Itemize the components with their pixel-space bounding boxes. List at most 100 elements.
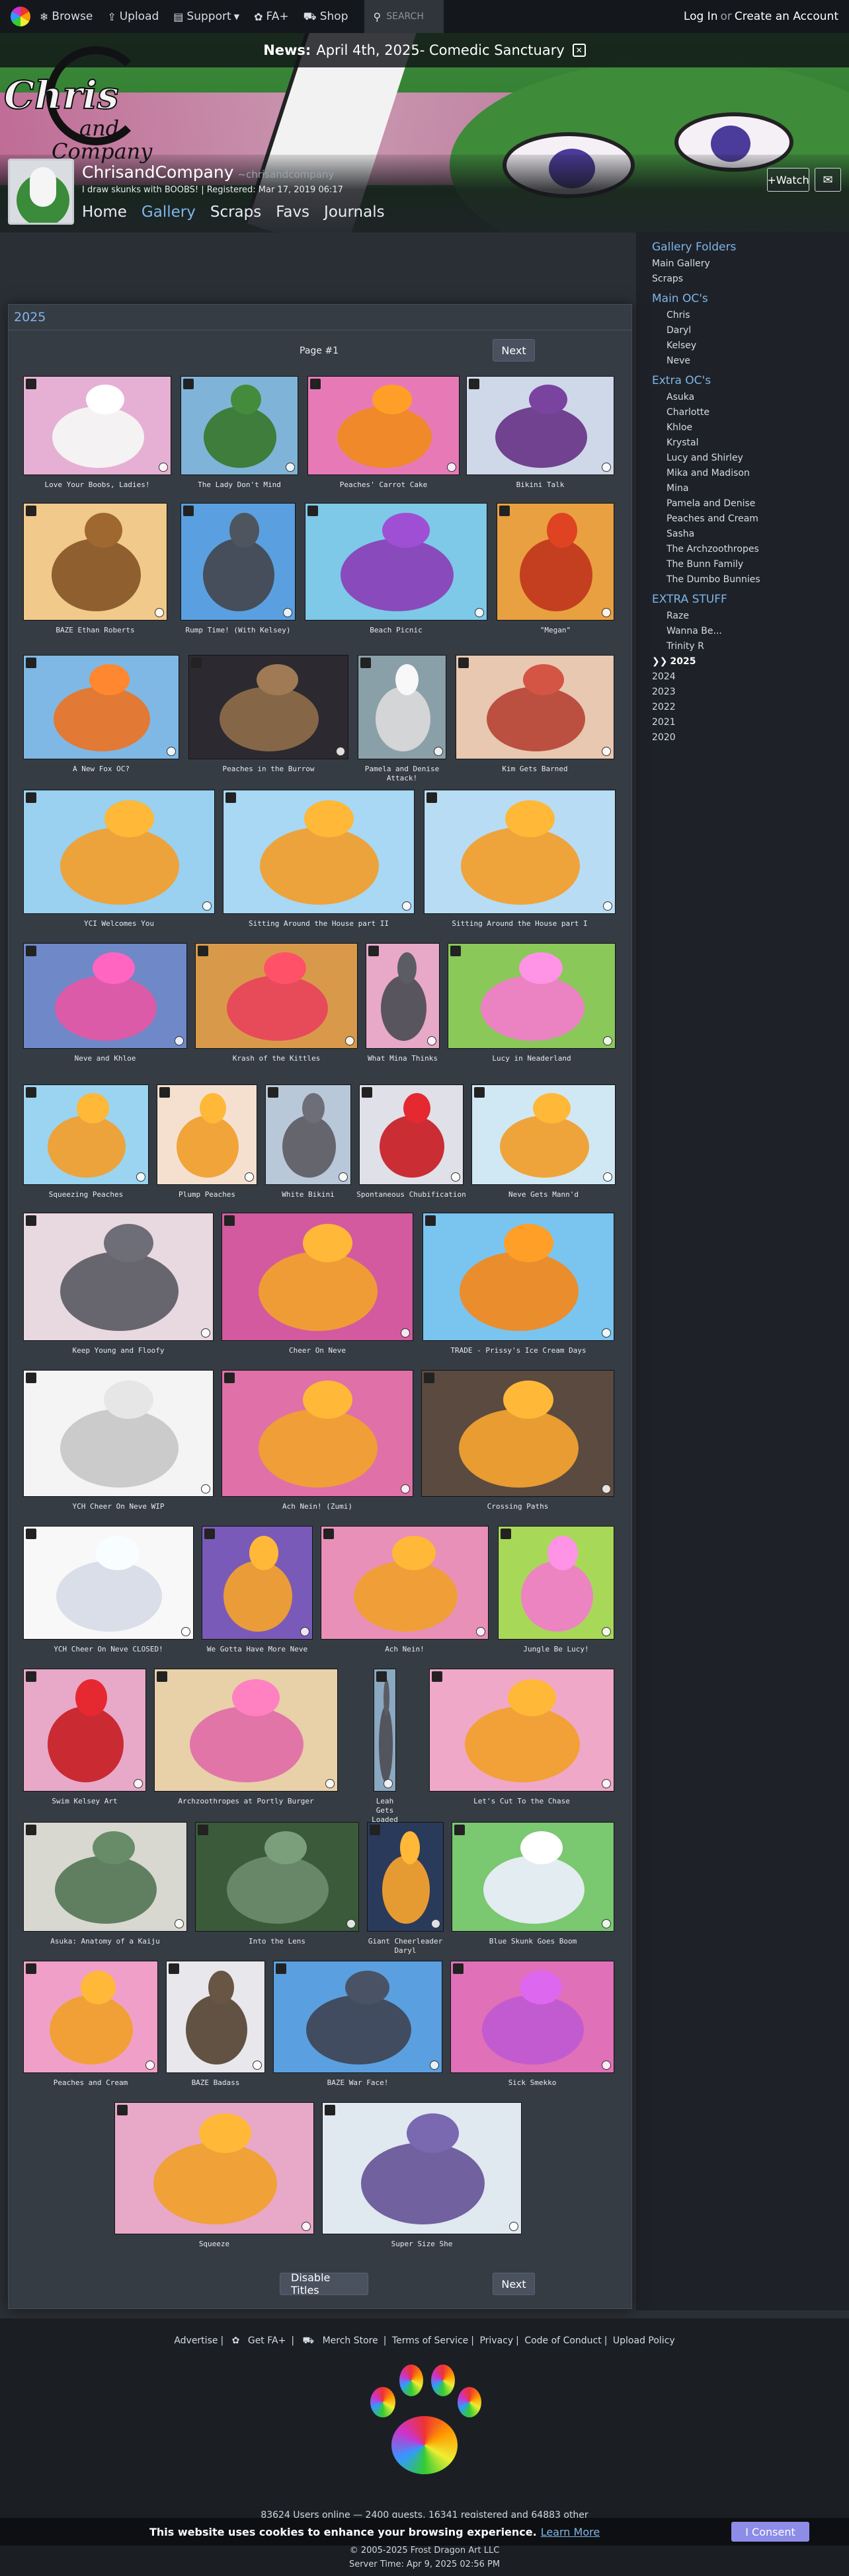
sidebar-main-oc-2[interactable]: Kelsey: [667, 340, 849, 352]
signup-link[interactable]: Create an Account: [735, 10, 838, 23]
sidebar-extra-oc-10[interactable]: The Archzoothropes: [667, 543, 849, 556]
sidebar-extra-stuff-1[interactable]: Wanna Be...: [667, 625, 849, 638]
gallery-thumbnail[interactable]: [23, 1213, 214, 1341]
gallery-thumbnail[interactable]: [181, 503, 296, 621]
gallery-item-title[interactable]: A New Fox OC?: [19, 765, 183, 774]
gallery-item-title[interactable]: Plump Peaches: [153, 1190, 261, 1199]
nav-browse[interactable]: ❄ Browse: [40, 10, 93, 23]
gallery-item-title[interactable]: YCH Cheer On Neve CLOSED!: [19, 1645, 198, 1654]
sidebar-extra-oc-8[interactable]: Peaches and Cream: [667, 513, 849, 525]
gallery-item-title[interactable]: Into the Lens: [191, 1937, 363, 1946]
footer-tos[interactable]: Terms of Service: [392, 2335, 468, 2346]
gallery-item-title[interactable]: Love Your Boobs, Ladies!: [19, 480, 175, 490]
gallery-item-title[interactable]: The Lady Don't Mind: [177, 480, 302, 490]
gallery-thumbnail[interactable]: [307, 376, 460, 475]
gallery-thumbnail[interactable]: [23, 1370, 214, 1497]
search-input[interactable]: [386, 11, 440, 22]
gallery-item-title[interactable]: Archzoothropes at Portly Burger: [150, 1797, 342, 1806]
gallery-item-title[interactable]: Bikini Talk: [462, 480, 618, 490]
sidebar-main-oc-0[interactable]: Chris: [667, 309, 849, 322]
footer-merch[interactable]: ⛟ Merch Store: [300, 2335, 381, 2346]
nav-support[interactable]: ▤ Support ▼: [173, 10, 239, 23]
gallery-thumbnail[interactable]: [23, 376, 171, 475]
next-page-button-bottom[interactable]: Next: [493, 2273, 535, 2295]
sidebar-folder-1[interactable]: Scraps: [652, 273, 849, 285]
gallery-item-title[interactable]: Sick Smekko: [446, 2078, 618, 2088]
sidebar-extra-oc-0[interactable]: Asuka: [667, 391, 849, 404]
gallery-thumbnail[interactable]: [452, 1822, 614, 1932]
gallery-item-title[interactable]: Neve Gets Mann'd: [467, 1190, 620, 1199]
gallery-thumbnail[interactable]: [305, 503, 487, 621]
gallery-thumbnail[interactable]: [466, 376, 614, 475]
gallery-thumbnail[interactable]: [157, 1084, 257, 1185]
gallery-thumbnail[interactable]: [273, 1961, 442, 2073]
gallery-item-title[interactable]: Crossing Paths: [417, 1502, 618, 1511]
gallery-item-title[interactable]: Keep Young and Floofy: [19, 1346, 218, 1355]
gallery-item-title[interactable]: Peaches and Cream: [19, 2078, 162, 2088]
gallery-thumbnail[interactable]: [367, 1822, 444, 1932]
tab-journals[interactable]: Journals: [324, 204, 385, 221]
gallery-thumbnail[interactable]: [359, 1084, 464, 1185]
gallery-thumbnail[interactable]: [195, 943, 358, 1049]
gallery-thumbnail[interactable]: [154, 1669, 338, 1792]
gallery-item-title[interactable]: YCI Welcomes You: [19, 919, 219, 928]
gallery-thumbnail[interactable]: [222, 1213, 413, 1341]
gallery-item-title[interactable]: Giant Cheerleader Daryl: [363, 1937, 448, 1955]
sidebar-year-1[interactable]: 2024: [652, 671, 849, 683]
sidebar-extra-oc-11[interactable]: The Bunn Family: [667, 558, 849, 571]
gallery-item-title[interactable]: BAZE Ethan Roberts: [19, 626, 171, 635]
nav-shop[interactable]: ⛟ Shop: [303, 10, 348, 24]
sidebar-extra-stuff-0[interactable]: Raze: [667, 610, 849, 623]
gallery-item-title[interactable]: Peaches' Carrot Cake: [303, 480, 464, 490]
sidebar-extra-oc-7[interactable]: Pamela and Denise: [667, 498, 849, 510]
gallery-item-title[interactable]: Jungle Be Lucy!: [494, 1645, 618, 1654]
site-logo-icon[interactable]: [11, 7, 30, 26]
gallery-thumbnail[interactable]: [456, 655, 614, 759]
gallery-item-title[interactable]: Neve and Khloe: [19, 1054, 191, 1063]
gallery-thumbnail[interactable]: [429, 1669, 614, 1792]
avatar[interactable]: [8, 159, 74, 225]
sidebar-extra-oc-1[interactable]: Charlotte: [667, 406, 849, 419]
sidebar-year-0[interactable]: ❯❯ 2025: [652, 656, 849, 668]
sidebar-year-5[interactable]: 2020: [652, 732, 849, 744]
gallery-thumbnail[interactable]: [265, 1084, 351, 1185]
next-page-button-top[interactable]: Next: [493, 339, 535, 361]
gallery-item-title[interactable]: Leah Gets Loaded: [370, 1797, 400, 1825]
news-text[interactable]: April 4th, 2025- Comedic Sanctuary: [316, 42, 564, 58]
sidebar-extra-oc-3[interactable]: Krystal: [667, 437, 849, 449]
gallery-thumbnail[interactable]: [202, 1526, 313, 1640]
gallery-thumbnail[interactable]: [23, 655, 179, 759]
gallery-item-title[interactable]: Rump Time! (With Kelsey): [177, 626, 300, 635]
close-news-icon[interactable]: ✕: [572, 44, 586, 57]
tab-home[interactable]: Home: [82, 204, 127, 221]
gallery-thumbnail[interactable]: [366, 943, 440, 1049]
gallery-thumbnail[interactable]: [471, 1084, 616, 1185]
gallery-thumbnail[interactable]: [23, 1669, 146, 1792]
gallery-item-title[interactable]: Cheer On Neve: [218, 1346, 417, 1355]
gallery-item-title[interactable]: Pamela and Denise Attack!: [354, 765, 450, 783]
gallery-item-title[interactable]: "Megan": [493, 626, 618, 635]
gallery-thumbnail[interactable]: [23, 503, 167, 621]
gallery-thumbnail[interactable]: [23, 1822, 187, 1932]
sidebar-main-oc-3[interactable]: Neve: [667, 355, 849, 367]
gallery-thumbnail[interactable]: [181, 376, 298, 475]
message-button[interactable]: ✉: [815, 168, 841, 192]
gallery-thumbnail[interactable]: [322, 2102, 522, 2234]
sidebar-extra-oc-4[interactable]: Lucy and Shirley: [667, 452, 849, 465]
gallery-item-title[interactable]: Krash of the Kittles: [191, 1054, 362, 1063]
gallery-item-title[interactable]: Squeeze: [110, 2240, 318, 2249]
gallery-item-title[interactable]: BAZE War Face!: [269, 2078, 446, 2088]
sidebar-extra-oc-5[interactable]: Mika and Madison: [667, 467, 849, 480]
footer-advertise[interactable]: Advertise: [174, 2335, 218, 2346]
gallery-thumbnail[interactable]: [358, 655, 446, 759]
gallery-thumbnail[interactable]: [223, 790, 415, 914]
gallery-thumbnail[interactable]: [424, 790, 616, 914]
gallery-thumbnail[interactable]: [498, 1526, 614, 1640]
gallery-thumbnail[interactable]: [448, 943, 616, 1049]
sidebar-extra-oc-6[interactable]: Mina: [667, 482, 849, 495]
sidebar-extra-oc-2[interactable]: Khloe: [667, 422, 849, 434]
sidebar-folder-0[interactable]: Main Gallery: [652, 258, 849, 270]
gallery-item-title[interactable]: Sitting Around the House part II: [219, 919, 419, 928]
search-icon[interactable]: ⚲: [374, 11, 382, 23]
gallery-thumbnail[interactable]: [23, 1526, 194, 1640]
